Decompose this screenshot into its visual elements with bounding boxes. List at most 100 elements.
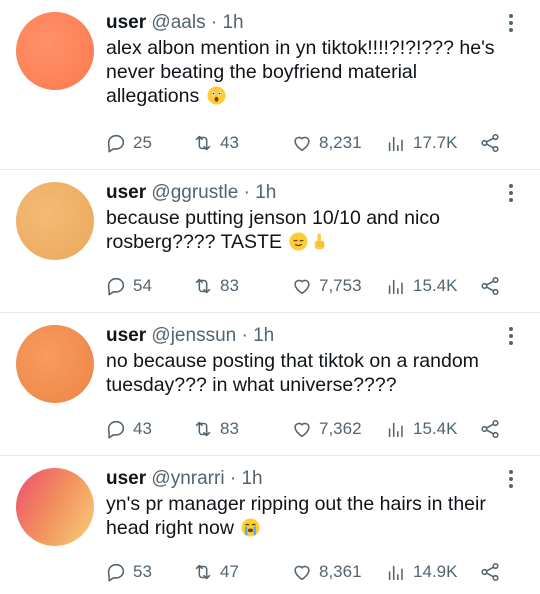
reply-count: 53: [133, 562, 152, 581]
retweet-button[interactable]: 83: [192, 416, 239, 442]
share-icon: [481, 562, 499, 582]
display-name[interactable]: user: [106, 325, 146, 346]
tweet-text: because putting jenson 10/10 and nico ro…: [106, 206, 501, 254]
views-button[interactable]: 17.7K: [385, 130, 457, 156]
tweet-header: user @jenssun · 1h: [106, 324, 501, 348]
display-name[interactable]: user: [106, 182, 146, 203]
tweet[interactable]: user @ggrustle · 1h because putting jens…: [0, 170, 540, 313]
like-count: 7,362: [319, 419, 362, 438]
tweet[interactable]: user @jenssun · 1h no because posting th…: [0, 313, 540, 456]
heart-icon: [294, 279, 310, 295]
view-count: 14.9K: [413, 562, 458, 581]
share-button[interactable]: [479, 416, 501, 442]
avatar[interactable]: [16, 12, 94, 90]
share-icon: [481, 133, 499, 153]
retweet-count: 83: [220, 419, 239, 438]
reply-button[interactable]: 54: [105, 273, 152, 299]
views-icon: [388, 422, 403, 438]
tweet-body: yn's pr manager ripping out the hairs in…: [106, 493, 486, 539]
reply-button[interactable]: 43: [105, 416, 152, 442]
retweet-icon: [195, 135, 211, 151]
avatar[interactable]: [16, 182, 94, 260]
views-button[interactable]: 15.4K: [385, 273, 457, 299]
action-bar: 53 47 8,361 14.9K: [105, 559, 505, 585]
tweet-body: because putting jenson 10/10 and nico ro…: [106, 207, 440, 253]
retweet-button[interactable]: 83: [192, 273, 239, 299]
tweet-content: user @ggrustle · 1h because putting jens…: [106, 181, 501, 254]
reply-button[interactable]: 53: [105, 559, 152, 585]
retweet-count: 47: [220, 562, 239, 581]
tweet-content: user @jenssun · 1h no because posting th…: [106, 324, 501, 397]
astonished-face-icon: [207, 86, 226, 105]
reply-count: 54: [133, 276, 152, 295]
reply-button[interactable]: 25: [105, 130, 152, 156]
tweet-body: no because posting that tiktok on a rand…: [106, 350, 479, 396]
user-handle[interactable]: @jenssun: [151, 325, 236, 346]
like-button[interactable]: 8,231: [291, 130, 362, 156]
timestamp[interactable]: 1h: [222, 12, 243, 33]
views-button[interactable]: 14.9K: [385, 559, 457, 585]
more-options-button[interactable]: [508, 470, 514, 490]
retweet-button[interactable]: 47: [192, 559, 239, 585]
separator: ·: [210, 12, 218, 33]
retweet-count: 83: [220, 276, 239, 295]
timestamp[interactable]: 1h: [253, 325, 274, 346]
like-button[interactable]: 8,361: [291, 559, 362, 585]
user-handle[interactable]: @ynrarri: [151, 468, 224, 489]
tweet-text: yn's pr manager ripping out the hairs in…: [106, 492, 501, 540]
user-handle[interactable]: @ggrustle: [151, 182, 238, 203]
share-button[interactable]: [479, 130, 501, 156]
user-handle[interactable]: @aals: [151, 12, 205, 33]
relieved-face-icon: [289, 232, 308, 251]
retweet-button[interactable]: 43: [192, 130, 239, 156]
tweet-header: user @ynrarri · 1h: [106, 467, 501, 491]
tweet-content: user @ynrarri · 1h yn's pr manager rippi…: [106, 467, 501, 540]
display-name[interactable]: user: [106, 468, 146, 489]
share-icon: [481, 419, 499, 439]
reply-count: 25: [133, 133, 152, 152]
retweet-icon: [195, 421, 211, 437]
reply-icon: [107, 134, 125, 153]
tweet-header: user @ggrustle · 1h: [106, 181, 501, 205]
like-button[interactable]: 7,753: [291, 273, 362, 299]
like-count: 8,231: [319, 133, 362, 152]
more-options-button[interactable]: [508, 327, 514, 347]
reply-icon: [107, 277, 125, 296]
avatar[interactable]: [16, 468, 94, 546]
timestamp[interactable]: 1h: [241, 468, 262, 489]
share-icon: [481, 276, 499, 296]
action-bar: 54 83 7,753 15.4K: [105, 273, 505, 299]
reply-icon: [107, 420, 125, 439]
separator: ·: [241, 325, 248, 346]
tweet-text: no because posting that tiktok on a rand…: [106, 349, 501, 397]
tweet[interactable]: user @aals · 1h alex albon mention in yn…: [0, 0, 540, 170]
more-options-button[interactable]: [508, 14, 514, 34]
tweet-content: user @aals · 1h alex albon mention in yn…: [106, 11, 501, 108]
share-button[interactable]: [479, 559, 501, 585]
tweet-body: alex albon mention in yn tiktok!!!!?!?!?…: [106, 37, 495, 107]
separator: ·: [243, 182, 250, 203]
share-button[interactable]: [479, 273, 501, 299]
heart-icon: [294, 136, 310, 152]
tweet[interactable]: user @ynrarri · 1h yn's pr manager rippi…: [0, 456, 540, 594]
heart-icon: [294, 565, 310, 581]
display-name[interactable]: user: [106, 12, 146, 33]
view-count: 17.7K: [413, 133, 458, 152]
retweet-count: 43: [220, 133, 239, 152]
action-bar: 25 43 8,231 17.7K: [105, 130, 505, 156]
like-count: 7,753: [319, 276, 362, 295]
retweet-icon: [195, 564, 211, 580]
tweet-header: user @aals · 1h: [106, 11, 501, 35]
heart-icon: [294, 422, 310, 438]
reply-count: 43: [133, 419, 152, 438]
like-button[interactable]: 7,362: [291, 416, 362, 442]
more-options-button[interactable]: [508, 184, 514, 204]
timestamp[interactable]: 1h: [255, 182, 276, 203]
views-icon: [388, 279, 403, 295]
avatar[interactable]: [16, 325, 94, 403]
separator: ·: [229, 468, 237, 489]
views-button[interactable]: 15.4K: [385, 416, 457, 442]
retweet-icon: [195, 278, 211, 294]
pointing-up-hand-icon: [315, 233, 325, 250]
views-icon: [388, 136, 403, 152]
